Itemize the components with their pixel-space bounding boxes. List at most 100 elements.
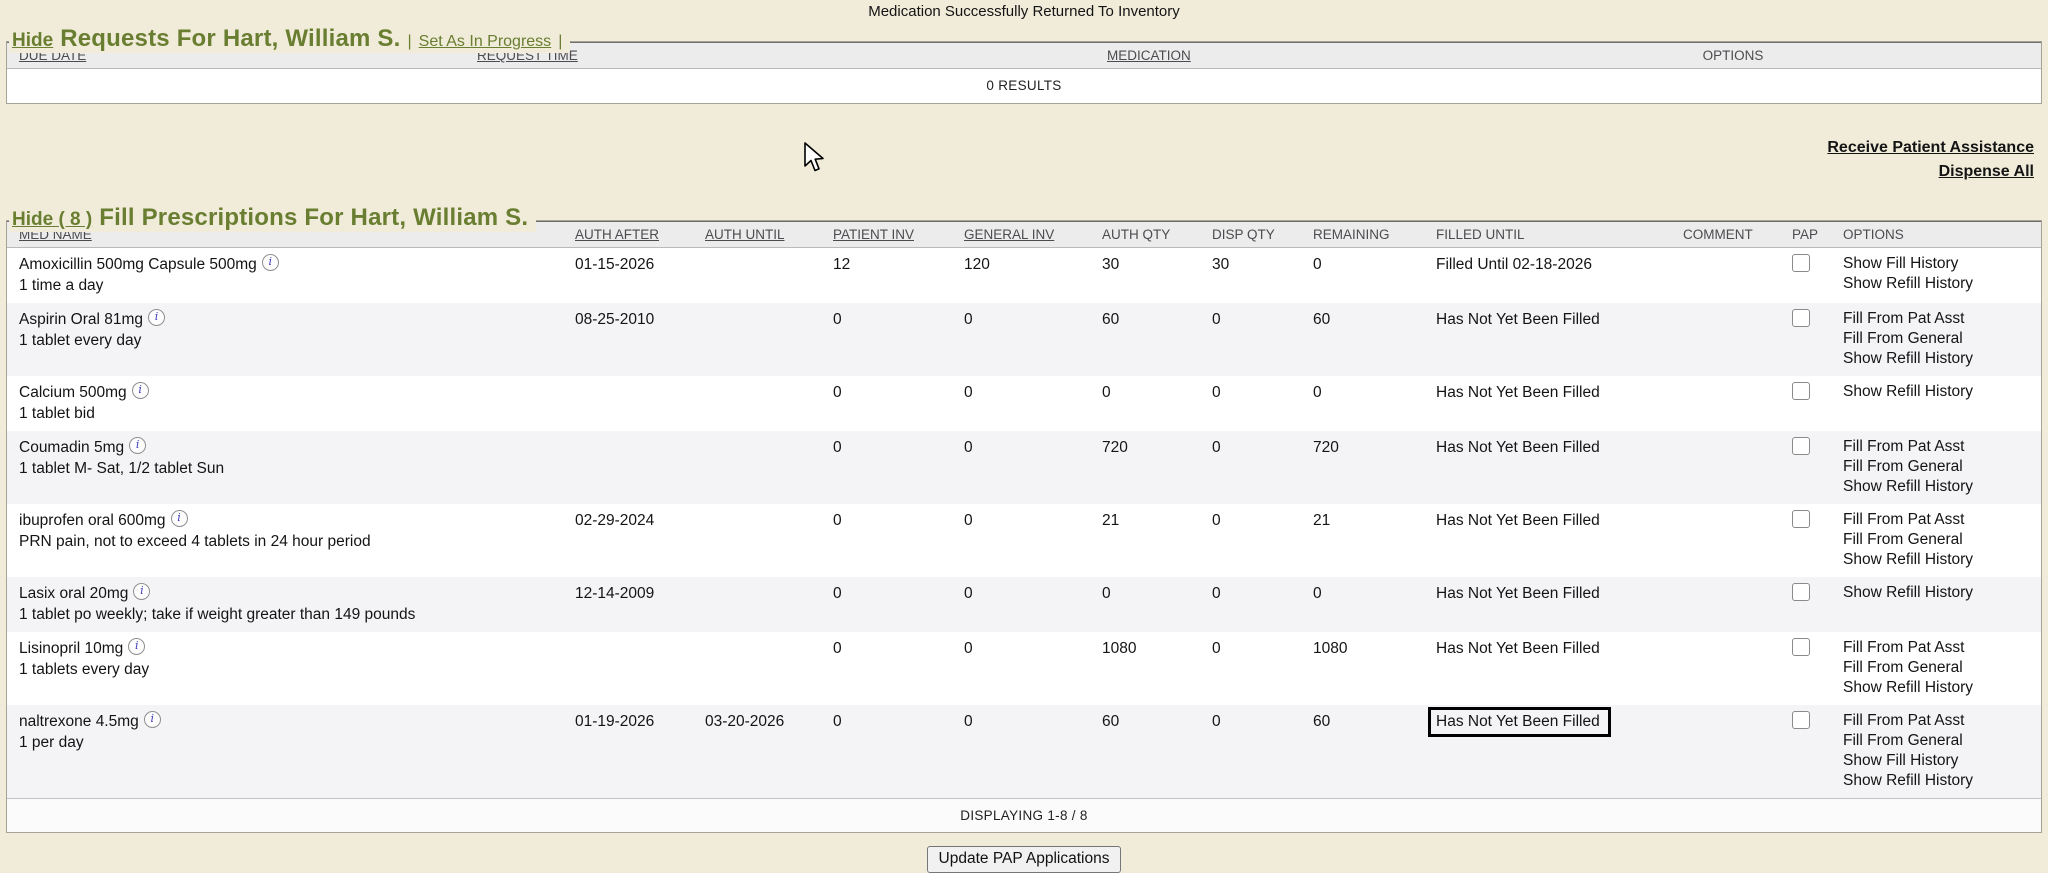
remaining-cell: 0 xyxy=(1301,376,1424,431)
general-inv-cell: 0 xyxy=(952,376,1090,431)
update-pap-applications-button[interactable]: Update PAP Applications xyxy=(927,846,1122,873)
pap-checkbox[interactable] xyxy=(1792,583,1810,601)
pap-checkbox[interactable] xyxy=(1792,309,1810,327)
fill-prescriptions-table: MED NAMEAUTH AFTERAUTH UNTILPATIENT INVG… xyxy=(7,221,2041,832)
filled-until-highlighted: Has Not Yet Been Filled xyxy=(1428,707,1611,737)
pap-checkbox[interactable] xyxy=(1792,638,1810,656)
column-header-label[interactable]: MEDICATION xyxy=(1107,48,1191,63)
info-icon[interactable]: i xyxy=(148,309,165,326)
auth-qty-cell: 1080 xyxy=(1090,632,1200,705)
options-cell: Show Fill HistoryShow Refill History xyxy=(1831,248,2041,304)
option-fill-from-pat-asst[interactable]: Fill From Pat Asst xyxy=(1843,510,2041,530)
option-show-refill-history[interactable]: Show Refill History xyxy=(1843,477,2041,497)
auth-after-cell xyxy=(563,376,693,431)
comment-cell xyxy=(1671,248,1780,304)
option-show-refill-history[interactable]: Show Refill History xyxy=(1843,349,2041,369)
requests-legend: Hide Requests For Hart, William S. | Set… xyxy=(9,25,570,53)
pap-cell xyxy=(1780,248,1831,304)
prescription-row: Amoxicillin 500mg Capsule 500mgi1 time a… xyxy=(7,248,2041,304)
comment-cell xyxy=(1671,577,1780,632)
pap-cell xyxy=(1780,431,1831,504)
paging-row: DISPLAYING 1-8 / 8 xyxy=(7,799,2041,833)
auth-qty-cell: 30 xyxy=(1090,248,1200,304)
patient-inv-cell: 12 xyxy=(821,248,952,304)
option-show-refill-history[interactable]: Show Refill History xyxy=(1843,678,2041,698)
option-fill-from-pat-asst[interactable]: Fill From Pat Asst xyxy=(1843,638,2041,658)
med-name: Calcium 500mg xyxy=(19,384,127,401)
option-show-refill-history[interactable]: Show Refill History xyxy=(1843,274,2041,294)
disp-qty-cell: 0 xyxy=(1200,632,1301,705)
med-name: ibuprofen oral 600mg xyxy=(19,512,166,529)
pap-checkbox[interactable] xyxy=(1792,382,1810,400)
comment-cell xyxy=(1671,376,1780,431)
option-fill-from-general[interactable]: Fill From General xyxy=(1843,457,2041,477)
filled-until-cell: Has Not Yet Been Filled xyxy=(1424,303,1671,376)
column-header-label[interactable]: GENERAL INV xyxy=(964,227,1054,242)
option-fill-from-general[interactable]: Fill From General xyxy=(1843,530,2041,550)
column-header-general-inv[interactable]: GENERAL INV xyxy=(952,222,1090,248)
option-fill-from-general[interactable]: Fill From General xyxy=(1843,329,2041,349)
med-name: Lisinopril 10mg xyxy=(19,640,123,657)
auth-qty-cell: 60 xyxy=(1090,705,1200,799)
info-icon[interactable]: i xyxy=(262,254,279,271)
column-header-label: REMAINING xyxy=(1313,227,1390,242)
option-show-refill-history[interactable]: Show Refill History xyxy=(1843,382,2041,402)
med-sig: 1 tablet po weekly; take if weight great… xyxy=(19,604,563,625)
set-as-in-progress-link[interactable]: Set As In Progress xyxy=(419,33,552,51)
page-actions: Receive Patient Assistance Dispense All xyxy=(0,136,2034,184)
column-header-label: OPTIONS xyxy=(1703,48,1764,63)
pap-checkbox[interactable] xyxy=(1792,510,1810,528)
remaining-cell: 60 xyxy=(1301,303,1424,376)
requests-hide-link[interactable]: Hide xyxy=(12,30,53,52)
option-fill-from-pat-asst[interactable]: Fill From Pat Asst xyxy=(1843,309,2041,329)
fill-legend: Hide ( 8 ) Fill Prescriptions For Hart, … xyxy=(9,204,536,232)
info-icon[interactable]: i xyxy=(133,583,150,600)
med-cell: Calcium 500mg i 1 tablet bid xyxy=(7,376,563,431)
info-icon[interactable]: i xyxy=(132,382,149,399)
auth-after-cell: 08-25-2010 xyxy=(563,303,693,376)
column-header-label[interactable]: AUTH UNTIL xyxy=(705,227,785,242)
column-header-label[interactable]: AUTH AFTER xyxy=(575,227,659,242)
pap-checkbox[interactable] xyxy=(1792,254,1810,272)
info-icon[interactable]: i xyxy=(129,437,146,454)
column-header-label[interactable]: PATIENT INV xyxy=(833,227,914,242)
comment-cell xyxy=(1671,632,1780,705)
auth-after-cell xyxy=(563,632,693,705)
option-fill-from-pat-asst[interactable]: Fill From Pat Asst xyxy=(1843,711,2041,731)
med-sig: 1 tablet bid xyxy=(19,403,563,424)
options-cell: Fill From Pat AsstFill From GeneralShow … xyxy=(1831,632,2041,705)
results-count: 0 RESULTS xyxy=(7,69,2041,104)
column-header-medication[interactable]: MEDICATION xyxy=(1095,43,1425,69)
column-header-patient-inv[interactable]: PATIENT INV xyxy=(821,222,952,248)
column-header-comment: COMMENT xyxy=(1671,222,1780,248)
disp-qty-cell: 0 xyxy=(1200,504,1301,577)
column-header-auth-until[interactable]: AUTH UNTIL xyxy=(693,222,821,248)
option-fill-from-general[interactable]: Fill From General xyxy=(1843,731,2041,751)
option-fill-from-general[interactable]: Fill From General xyxy=(1843,658,2041,678)
filled-until-text: Has Not Yet Been Filled xyxy=(1436,640,1600,657)
med-name: Coumadin 5mg xyxy=(19,439,124,456)
info-icon[interactable]: i xyxy=(144,711,161,728)
pap-checkbox[interactable] xyxy=(1792,437,1810,455)
auth-qty-cell: 0 xyxy=(1090,376,1200,431)
general-inv-cell: 0 xyxy=(952,504,1090,577)
filled-until-cell: Has Not Yet Been Filled xyxy=(1424,577,1671,632)
auth-after-cell: 01-19-2026 xyxy=(563,705,693,799)
option-show-refill-history[interactable]: Show Refill History xyxy=(1843,583,2041,603)
med-cell: Lisinopril 10mgi1 tablets every day xyxy=(7,632,563,705)
filled-until-text: Has Not Yet Been Filled xyxy=(1436,585,1600,602)
receive-patient-assistance-link[interactable]: Receive Patient Assistance xyxy=(0,136,2034,160)
info-icon[interactable]: i xyxy=(128,638,145,655)
info-icon[interactable]: i xyxy=(171,510,188,527)
fill-hide-link[interactable]: Hide ( 8 ) xyxy=(12,209,92,231)
option-show-refill-history[interactable]: Show Refill History xyxy=(1843,771,2041,791)
pap-checkbox[interactable] xyxy=(1792,711,1810,729)
remaining-cell: 60 xyxy=(1301,705,1424,799)
option-show-fill-history[interactable]: Show Fill History xyxy=(1843,254,2041,274)
filled-until-text: Filled Until 02-18-2026 xyxy=(1436,256,1592,273)
option-show-refill-history[interactable]: Show Refill History xyxy=(1843,550,2041,570)
option-fill-from-pat-asst[interactable]: Fill From Pat Asst xyxy=(1843,437,2041,457)
dispense-all-link[interactable]: Dispense All xyxy=(0,160,2034,184)
column-header-auth-after[interactable]: AUTH AFTER xyxy=(563,222,693,248)
option-show-fill-history[interactable]: Show Fill History xyxy=(1843,751,2041,771)
